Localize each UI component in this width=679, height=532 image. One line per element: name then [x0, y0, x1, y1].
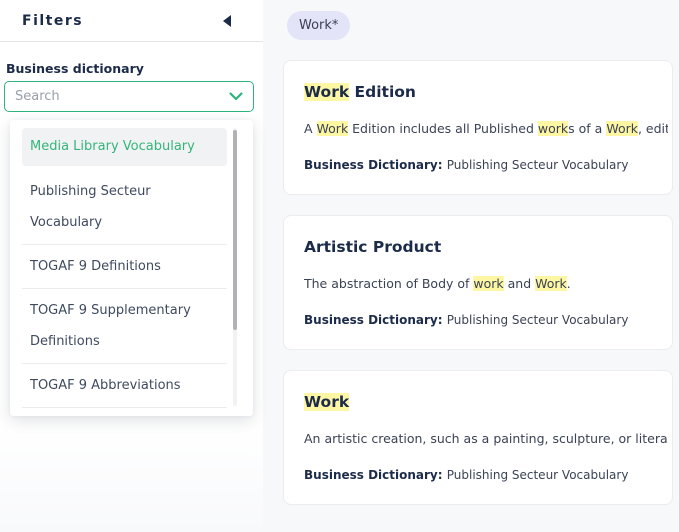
- text-segment: Artistic Product: [304, 238, 441, 256]
- dropdown-item-togaf-9-supplementary-definitions[interactable]: TOGAF 9 Supplementary Definitions: [22, 289, 227, 364]
- result-title: Artistic Product: [304, 238, 668, 256]
- meta-value: Publishing Secteur Vocabulary: [447, 468, 629, 482]
- meta-label: Business Dictionary:: [304, 158, 447, 172]
- dropdown-scrollbar-thumb[interactable]: [233, 130, 237, 330]
- result-meta: Business Dictionary: Publishing Secteur …: [304, 158, 668, 172]
- text-segment: s of a: [568, 121, 606, 136]
- result-meta: Business Dictionary: Publishing Secteur …: [304, 468, 668, 482]
- highlighted-term: work: [538, 121, 568, 136]
- result-card-list: Work Edition A Work Edition includes all…: [283, 60, 673, 505]
- result-description: A Work Edition includes all Published wo…: [304, 121, 668, 136]
- dropdown-item-togaf-9-definitions[interactable]: TOGAF 9 Definitions: [22, 245, 227, 289]
- text-segment: The abstraction of Body of: [304, 276, 473, 291]
- chevron-left-icon: [223, 15, 231, 27]
- result-meta: Business Dictionary: Publishing Secteur …: [304, 313, 668, 327]
- text-segment: An artistic creation, such as a painting…: [304, 431, 668, 446]
- highlighted-term: Work: [304, 393, 349, 411]
- results-area: Work* Work Edition A Work Edition includ…: [263, 0, 679, 532]
- dropdown-item-media-library-vocabulary[interactable]: Media Library Vocabulary: [22, 128, 227, 166]
- result-card-work-edition[interactable]: Work Edition A Work Edition includes all…: [283, 60, 673, 195]
- result-card-work[interactable]: Work An artistic creation, such as a pai…: [283, 370, 673, 505]
- text-segment: , edited: [638, 121, 668, 136]
- highlighted-term: Work: [317, 121, 349, 136]
- active-filter-chip[interactable]: Work*: [287, 11, 350, 40]
- text-segment: Edition includes all Published: [348, 121, 538, 136]
- result-card-artistic-product[interactable]: Artistic Product The abstraction of Body…: [283, 215, 673, 350]
- meta-value: Publishing Secteur Vocabulary: [447, 158, 629, 172]
- result-title: Work: [304, 393, 668, 411]
- text-segment: .: [567, 276, 571, 291]
- filters-sidebar: Filters Business dictionary Media Librar…: [0, 0, 263, 532]
- page-root: { "colors": { "accent_green": "#2fb37c",…: [0, 0, 679, 532]
- text-segment: Edition: [349, 83, 416, 101]
- highlighted-term: work: [473, 276, 503, 291]
- highlighted-term: Work: [606, 121, 638, 136]
- highlighted-term: Work: [535, 276, 567, 291]
- result-title: Work Edition: [304, 83, 668, 101]
- vocabulary-dropdown: Media Library Vocabulary Publishing Sect…: [10, 120, 253, 416]
- filters-header: Filters: [0, 0, 263, 42]
- filters-title: Filters: [22, 13, 83, 29]
- result-description: An artistic creation, such as a painting…: [304, 431, 668, 446]
- search-input[interactable]: [15, 89, 223, 104]
- text-segment: and: [504, 276, 535, 291]
- text-segment: A: [304, 121, 317, 136]
- dropdown-scrollbar-track[interactable]: [233, 128, 237, 406]
- result-description: The abstraction of Body of work and Work…: [304, 276, 668, 291]
- collapse-sidebar-button[interactable]: [223, 15, 231, 27]
- dropdown-item-publishing-secteur-vocabulary[interactable]: Publishing Secteur Vocabulary: [22, 170, 227, 245]
- meta-label: Business Dictionary:: [304, 468, 447, 482]
- highlighted-term: Work: [304, 83, 349, 101]
- business-dictionary-label: Business dictionary: [6, 61, 144, 76]
- meta-label: Business Dictionary:: [304, 313, 447, 327]
- meta-value: Publishing Secteur Vocabulary: [447, 313, 629, 327]
- business-dictionary-combobox[interactable]: [4, 81, 254, 112]
- dropdown-item-togaf-9-abbreviations[interactable]: TOGAF 9 Abbreviations: [22, 364, 227, 408]
- chevron-down-icon[interactable]: [229, 92, 243, 101]
